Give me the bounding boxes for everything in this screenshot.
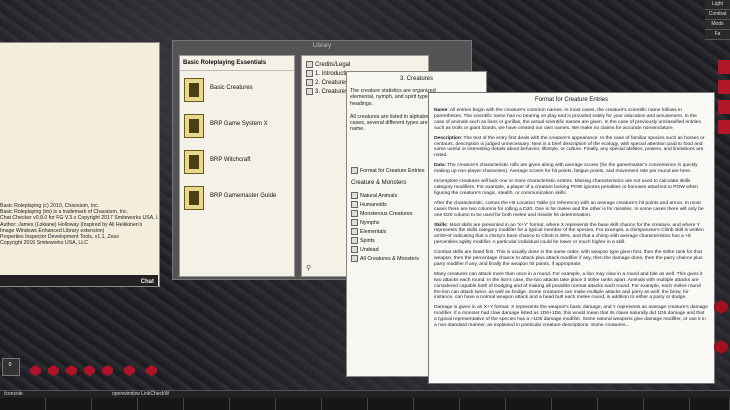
section-item[interactable]: Credits/Legal bbox=[306, 61, 350, 68]
search-icon[interactable]: ⚲ bbox=[306, 264, 311, 272]
library-title: Library bbox=[312, 43, 332, 49]
menu-combat[interactable]: Combat bbox=[705, 10, 730, 20]
paragraph: Skills: Most skills are presented in an … bbox=[434, 222, 704, 246]
modifier-value: 0 bbox=[8, 362, 12, 368]
category-heading: Creature & Monsters bbox=[351, 180, 407, 186]
menu-fa[interactable]: Fa bbox=[705, 30, 730, 40]
module-label: BRP Gamemaster Guide bbox=[210, 193, 277, 199]
module-label: Basic Creatures bbox=[210, 85, 253, 91]
module-list: Basic Roleplaying Essentials Basic Creat… bbox=[179, 55, 295, 277]
checkbox[interactable] bbox=[306, 61, 313, 68]
chat-line: Chat Checker v0.8.0 for FG V.3.x Copyrig… bbox=[0, 215, 158, 222]
paragraph: Name: All entries begin with the creatur… bbox=[434, 108, 701, 131]
hotkey-slot[interactable] bbox=[690, 398, 730, 410]
module-list-header: Basic Roleplaying Essentials bbox=[180, 56, 294, 71]
link-icon bbox=[351, 210, 358, 217]
hotkey-slot[interactable] bbox=[184, 398, 230, 410]
menu-light[interactable]: Light bbox=[705, 0, 730, 10]
hotkey-slot[interactable] bbox=[46, 398, 92, 410]
category-link[interactable]: Nymphs bbox=[351, 219, 379, 226]
link-icon bbox=[351, 228, 358, 235]
format-body: Name: All entries begin with the creatur… bbox=[434, 108, 708, 333]
hotkey-slot[interactable] bbox=[0, 398, 46, 410]
module-label: BRP Game System X bbox=[210, 121, 268, 127]
side-launcher-button[interactable] bbox=[718, 80, 730, 94]
chat-window: Basic Roleplaying (c) 2010, Chaosium, In… bbox=[0, 42, 160, 287]
format-link[interactable]: Format for Creature Entries bbox=[351, 167, 424, 174]
creatures-intro: The creature statistics are organized el… bbox=[350, 88, 436, 133]
book-icon bbox=[184, 114, 204, 138]
module-label: BRP Witchcraft bbox=[210, 157, 251, 163]
paragraph: Incomplete creatures will lack one or mo… bbox=[434, 179, 698, 196]
chat-line: Copyright 2016 Smiteworks USA, LLC bbox=[0, 240, 88, 247]
category-link[interactable]: Humanoids bbox=[351, 201, 387, 208]
hotkey-slot[interactable] bbox=[506, 398, 552, 410]
chat-line: Author: James (Lokiane) Holloway (Inspir… bbox=[0, 221, 143, 228]
book-icon bbox=[184, 78, 204, 102]
paragraph: Description: The text of the entry first… bbox=[434, 135, 705, 159]
console-input[interactable]: /console bbox=[4, 391, 23, 397]
section-item[interactable]: 2. Creatures bbox=[306, 79, 348, 86]
hotkey-slot[interactable] bbox=[644, 398, 690, 410]
link-icon bbox=[351, 246, 358, 253]
module-item[interactable]: BRP Gamemaster Guide bbox=[184, 186, 292, 212]
side-launcher-button[interactable] bbox=[718, 60, 730, 74]
category-link[interactable]: Natural Animals bbox=[351, 192, 397, 199]
link-icon bbox=[351, 167, 358, 174]
link-icon bbox=[351, 255, 358, 262]
checkbox[interactable] bbox=[306, 70, 313, 77]
link-icon bbox=[351, 201, 358, 208]
hotkey-slot[interactable] bbox=[552, 398, 598, 410]
hotkey-slot[interactable] bbox=[276, 398, 322, 410]
hotkey-slot[interactable] bbox=[322, 398, 368, 410]
hotkey-slot[interactable] bbox=[414, 398, 460, 410]
category-link[interactable]: Elementals bbox=[351, 228, 386, 235]
hotkey-slot[interactable] bbox=[138, 398, 184, 410]
chat-log: Basic Roleplaying (c) 2010, Chaosium, In… bbox=[0, 203, 158, 246]
paragraph: Many creatures can attack more than once… bbox=[434, 271, 703, 301]
category-link[interactable]: All Creatures & Monsters bbox=[351, 255, 419, 262]
side-launcher-button[interactable] bbox=[718, 100, 730, 114]
module-item[interactable]: BRP Game System X bbox=[184, 114, 292, 140]
creatures-title: 3. Creatures bbox=[399, 76, 433, 82]
chat-button[interactable]: Chat bbox=[141, 279, 154, 285]
paragraph: Damage is given in an X+Y format. X repr… bbox=[434, 305, 708, 329]
paragraph: Data: The creature's characteristic roll… bbox=[434, 163, 698, 175]
hotkey-bar bbox=[0, 398, 730, 410]
hotkey-slot[interactable] bbox=[598, 398, 644, 410]
checkbox[interactable] bbox=[306, 88, 313, 95]
section-item[interactable]: 3. Creatures bbox=[306, 88, 348, 95]
side-launcher-button[interactable] bbox=[718, 120, 730, 134]
category-link[interactable]: Monsterous Creatures bbox=[351, 210, 412, 217]
paragraph: Combat skills are listed first. This is … bbox=[434, 250, 703, 267]
format-window: Format for Creature Entries Name: All en… bbox=[428, 92, 715, 384]
link-icon bbox=[351, 237, 358, 244]
link-icon bbox=[351, 192, 358, 199]
hotkey-slot[interactable] bbox=[230, 398, 276, 410]
paragraph: After the characteristic, comes the Hit … bbox=[434, 200, 704, 218]
format-title: Format for Creature Entries bbox=[534, 97, 609, 103]
category-link[interactable]: Spirits bbox=[351, 237, 375, 244]
console-status: openwindow LinkCheckW bbox=[112, 391, 170, 397]
menu-mods[interactable]: Mods bbox=[705, 20, 730, 30]
module-item[interactable]: Basic Creatures bbox=[184, 78, 292, 104]
hotkey-slot[interactable] bbox=[368, 398, 414, 410]
chat-footer: Chat bbox=[0, 275, 158, 286]
category-link[interactable]: Undead bbox=[351, 246, 379, 253]
hotkey-slot[interactable] bbox=[460, 398, 506, 410]
book-icon bbox=[184, 186, 204, 210]
book-icon bbox=[184, 150, 204, 174]
checkbox[interactable] bbox=[306, 79, 313, 86]
hotkey-slot[interactable] bbox=[92, 398, 138, 410]
module-item[interactable]: BRP Witchcraft bbox=[184, 150, 292, 176]
link-icon bbox=[351, 219, 358, 226]
top-right-menu: Light Combat Mods Fa bbox=[705, 0, 730, 40]
